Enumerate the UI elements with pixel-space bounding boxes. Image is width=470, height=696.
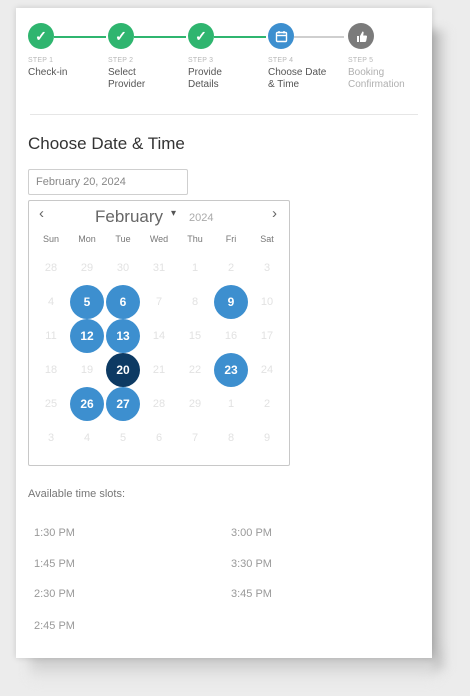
calendar-day: 5: [119, 432, 127, 444]
calendar-day: 24: [260, 364, 274, 376]
step-label: Select Provider: [108, 67, 146, 90]
calendar-day: 4: [83, 432, 91, 444]
chevron-down-icon[interactable]: ▾: [171, 208, 176, 219]
step-number: STEP 3: [188, 57, 214, 64]
calendar-day: 16: [224, 330, 238, 342]
step-label: Provide Details: [188, 67, 222, 90]
calendar-day: 14: [152, 330, 166, 342]
calendar-day: 7: [155, 296, 163, 308]
stepper-connector: [134, 36, 186, 38]
weekday-label: Sun: [42, 234, 59, 244]
slots-title: Available time slots:: [28, 488, 126, 500]
page-title: Choose Date & Time: [28, 134, 185, 153]
stepper-connector: [214, 36, 266, 38]
check-icon: ✓: [28, 23, 54, 49]
time-slot[interactable]: 3:00 PM: [231, 527, 272, 539]
time-slot[interactable]: 3:45 PM: [231, 588, 272, 600]
calendar-day: 1: [191, 262, 199, 274]
calendar-day: 28: [44, 262, 58, 274]
weekday-label: Sat: [260, 234, 274, 244]
calendar-day: 11: [45, 330, 57, 342]
check-icon: ✓: [108, 23, 134, 49]
calendar-icon: [268, 23, 294, 49]
calendar-day: 2: [263, 398, 271, 410]
calendar-day: 3: [263, 262, 271, 274]
step-number: STEP 4: [268, 57, 294, 64]
step-number: STEP 1: [28, 57, 54, 64]
calendar-day: 30: [116, 262, 130, 274]
time-slot[interactable]: 2:30 PM: [34, 588, 75, 600]
calendar-day: 15: [188, 330, 202, 342]
date-picker-calendar: ‹ February ▾ 2024 › Sun Mon Tue Wed Thu …: [28, 200, 290, 466]
calendar-day: 9: [263, 432, 271, 444]
divider: [30, 114, 418, 115]
time-slot[interactable]: 1:45 PM: [34, 558, 75, 570]
calendar-day-available[interactable]: 23: [214, 353, 248, 387]
calendar-day: 29: [188, 398, 202, 410]
calendar-day: 25: [44, 398, 58, 410]
step-number: STEP 2: [108, 57, 134, 64]
calendar-day: 7: [191, 432, 199, 444]
calendar-day-available[interactable]: 12: [70, 319, 104, 353]
calendar-day: 6: [155, 432, 163, 444]
month-select[interactable]: February: [95, 207, 163, 227]
calendar-day-available[interactable]: 9: [214, 285, 248, 319]
calendar-day: 29: [80, 262, 94, 274]
calendar-day: 10: [260, 296, 274, 308]
stepper: ✓ STEP 1 Check-in ✓ STEP 2 Select Provid…: [16, 8, 432, 118]
weekday-label: Mon: [78, 234, 96, 244]
weekday-header: Sun Mon Tue Wed Thu Fri Sat: [33, 234, 289, 248]
calendar-day-available[interactable]: 6: [106, 285, 140, 319]
chevron-left-icon[interactable]: ‹: [39, 205, 44, 222]
step-label: Check-in: [28, 67, 68, 78]
calendar-day: 28: [152, 398, 166, 410]
booking-card: ✓ STEP 1 Check-in ✓ STEP 2 Select Provid…: [16, 8, 432, 658]
time-slot[interactable]: 1:30 PM: [34, 527, 75, 539]
calendar-day: 31: [152, 262, 166, 274]
weekday-label: Tue: [115, 234, 131, 244]
calendar-day-available[interactable]: 13: [106, 319, 140, 353]
calendar-day: 19: [80, 364, 94, 376]
calendar-day: 3: [47, 432, 55, 444]
calendar-day-available[interactable]: 5: [70, 285, 104, 319]
step-label: Choose Date & Time: [268, 67, 327, 90]
calendar-day: 17: [260, 330, 274, 342]
calendar-day-selected[interactable]: 20: [106, 353, 140, 387]
stepper-connector: [294, 36, 344, 38]
time-slot[interactable]: 3:30 PM: [231, 558, 272, 570]
thumbs-up-icon: [348, 23, 374, 49]
calendar-day: 18: [44, 364, 58, 376]
time-slot[interactable]: 2:45 PM: [34, 620, 75, 632]
step-label: Booking Confirmation: [348, 67, 405, 90]
calendar-day: 22: [188, 364, 202, 376]
calendar-day-available[interactable]: 26: [70, 387, 104, 421]
calendar-day: 21: [152, 364, 166, 376]
weekday-label: Wed: [149, 234, 169, 244]
calendar-header: ‹ February ▾ 2024 ›: [29, 201, 289, 229]
calendar-day: 8: [191, 296, 199, 308]
calendar-day: 1: [227, 398, 235, 410]
stepper-connector: [54, 36, 106, 38]
check-icon: ✓: [188, 23, 214, 49]
calendar-day: 8: [227, 432, 235, 444]
step-number: STEP 5: [348, 57, 374, 64]
chevron-right-icon[interactable]: ›: [272, 205, 277, 222]
calendar-day-available[interactable]: 27: [106, 387, 140, 421]
date-input[interactable]: February 20, 2024: [28, 169, 188, 195]
weekday-label: Fri: [225, 234, 237, 244]
calendar-day: 4: [47, 296, 55, 308]
calendar-day: 2: [227, 262, 235, 274]
year-input[interactable]: 2024: [189, 212, 213, 224]
weekday-label: Thu: [187, 234, 203, 244]
